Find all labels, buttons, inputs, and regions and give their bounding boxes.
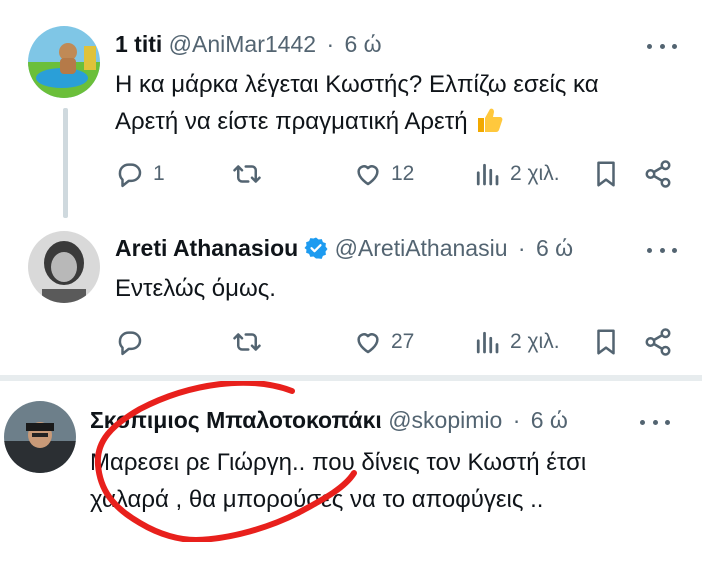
- views-button[interactable]: 2 χιλ.: [472, 325, 560, 359]
- verified-badge-icon: [304, 236, 328, 266]
- retweet-button[interactable]: [232, 157, 270, 191]
- action-bar: [0, 533, 702, 567]
- share-button[interactable]: [643, 157, 673, 191]
- display-name[interactable]: Areti Athanasiou: [115, 235, 298, 261]
- more-options-icon[interactable]: [647, 34, 677, 58]
- share-icon: [645, 328, 671, 356]
- like-button[interactable]: 12: [353, 157, 414, 191]
- tweet-text-line: Η κα μάρκα λέγεται Κωστής? Ελπίζω εσείς …: [115, 71, 599, 98]
- timestamp[interactable]: 6 ώ: [536, 235, 573, 261]
- reply-button[interactable]: 1: [115, 157, 165, 191]
- more-options-icon[interactable]: [647, 238, 677, 262]
- like-button[interactable]: 27: [353, 325, 414, 359]
- separator-dot: ·: [326, 31, 335, 57]
- tweet-text: Εντελώς όμως.: [115, 270, 276, 307]
- retweet-button[interactable]: [232, 325, 270, 359]
- tweet-text: Μαρεσει ρε Γιώργη.. που δίνεις τον Κωστή…: [90, 444, 586, 518]
- tweet-header: Σκοπιμιος Μπαλοτοκοπάκι @skopimio · 6 ώ: [90, 406, 568, 434]
- analytics-icon: [476, 163, 499, 186]
- avatar[interactable]: [4, 401, 76, 473]
- separator-dot: ·: [517, 235, 526, 261]
- tweet-1[interactable]: 1 titi @AniMar1442 · 6 ώ Η κα μάρκα λέγε…: [0, 0, 702, 218]
- like-count: 12: [391, 162, 415, 185]
- analytics-icon: [476, 331, 499, 354]
- reply-count: 1: [153, 162, 165, 185]
- tweet-header: 1 titi @AniMar1442 · 6 ώ: [115, 30, 382, 58]
- tweet-header: Areti Athanasiou @AretiAthanasiu · 6 ώ: [115, 234, 573, 266]
- timestamp[interactable]: 6 ώ: [345, 31, 382, 57]
- user-handle[interactable]: @skopimio: [388, 407, 502, 433]
- separator-dot: ·: [512, 407, 521, 433]
- more-options-icon[interactable]: [640, 410, 670, 434]
- timestamp[interactable]: 6 ώ: [531, 407, 568, 433]
- display-name[interactable]: Σκοπιμιος Μπαλοτοκοπάκι: [90, 407, 382, 433]
- user-handle[interactable]: @AniMar1442: [169, 31, 316, 57]
- retweet-icon: [233, 165, 261, 183]
- tweet-text-line: Εντελώς όμως.: [115, 275, 276, 302]
- tweet-text-line: Μαρεσει ρε Γιώργη.. που δίνεις τον Κωστή…: [90, 449, 587, 476]
- reply-icon: [118, 163, 142, 188]
- tweet-text-line: Αρετή να είστε πραγματική Αρετή: [115, 103, 599, 146]
- share-icon: [645, 160, 671, 188]
- user-handle[interactable]: @AretiAthanasiu: [335, 235, 508, 261]
- bookmark-icon: [597, 329, 615, 355]
- bookmark-button[interactable]: [591, 157, 621, 191]
- tweet-text-line: χαλαρά , θα μπορούσες να το αποφύγεις ..: [90, 486, 544, 513]
- display-name[interactable]: 1 titi: [115, 31, 162, 57]
- avatar[interactable]: [28, 231, 100, 303]
- share-button[interactable]: [643, 325, 673, 359]
- bookmark-button[interactable]: [591, 325, 621, 359]
- like-count: 27: [391, 330, 415, 353]
- tweet-text: Η κα μάρκα λέγεται Κωστής? Ελπίζω εσείς …: [115, 66, 599, 146]
- avatar[interactable]: [28, 26, 100, 98]
- heart-icon: [357, 333, 379, 354]
- action-bar: 1 12 2 χιλ.: [0, 157, 702, 191]
- retweet-icon: [233, 333, 261, 351]
- heart-icon: [357, 165, 379, 186]
- bookmark-icon: [597, 161, 615, 187]
- view-count: 2 χιλ.: [510, 330, 560, 353]
- reply-button[interactable]: [115, 325, 153, 359]
- thumbs-up-icon: [474, 105, 504, 146]
- reply-icon: [118, 331, 142, 356]
- tweet-3[interactable]: Σκοπιμιος Μπαλοτοκοπάκι @skopimio · 6 ώ …: [0, 381, 702, 542]
- views-button[interactable]: 2 χιλ.: [472, 157, 560, 191]
- tweet-2[interactable]: Areti Athanasiou @AretiAthanasiu · 6 ώ Ε…: [0, 215, 702, 375]
- view-count: 2 χιλ.: [510, 162, 560, 185]
- action-bar: 27 2 χιλ.: [0, 325, 702, 359]
